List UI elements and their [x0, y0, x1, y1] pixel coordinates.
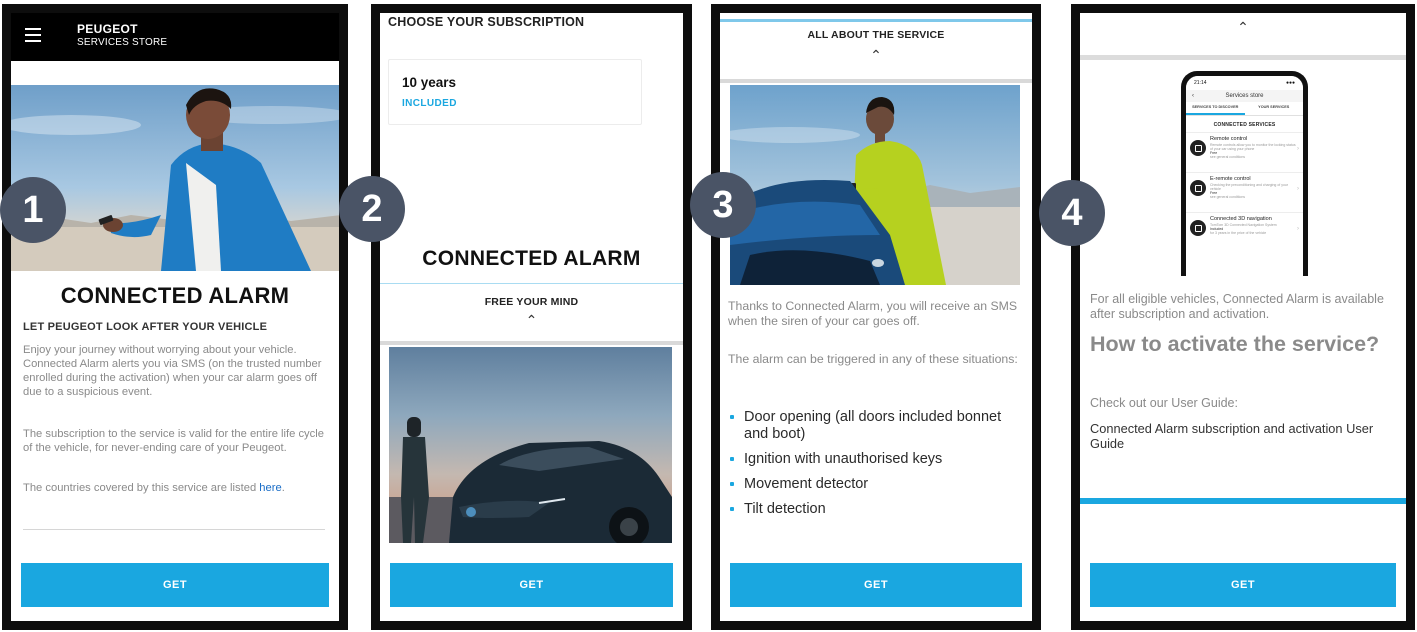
trigger-list: Door opening (all doors included bonnet … [728, 409, 1022, 526]
divider [720, 79, 1032, 83]
brand-name: PEUGEOT [77, 22, 138, 36]
page-title: CONNECTED ALARM [60, 283, 290, 308]
bullet-icon [730, 482, 734, 486]
step-badge-3: 3 [690, 172, 756, 238]
chevron-right-icon: › [1297, 226, 1299, 232]
signal-icon: ●●● [1285, 80, 1295, 86]
step-badge-1: 1 [0, 177, 66, 243]
man-with-phone-illustration [11, 88, 339, 271]
mock-tab-your-services: YOUR SERVICES [1258, 105, 1290, 109]
page-title: CONNECTED ALARM [422, 247, 641, 270]
list-item-text: Door opening (all doors included bonnet … [744, 409, 1002, 442]
chevron-right-icon: › [1297, 186, 1299, 192]
mock-header-title: Services store [1225, 93, 1264, 99]
mock-tabs: SERVICES TO DISCOVER YOUR SERVICES [1186, 102, 1303, 116]
list-item: Door opening (all doors included bonnet … [728, 409, 1022, 443]
mock-header: ‹ Services store [1186, 90, 1303, 102]
mock-section-title: CONNECTED SERVICES [1213, 122, 1276, 128]
car-image [389, 347, 672, 543]
mock-tab-discover: SERVICES TO DISCOVER [1186, 102, 1245, 115]
app-screenshot-phone: 21:14 ●●● ‹ Services store SERVICES TO D… [1181, 71, 1308, 276]
list-item-text: Ignition with unauthorised keys [744, 451, 943, 467]
menu-icon[interactable] [25, 28, 41, 42]
chevron-up-icon[interactable]: ⌃ [380, 312, 683, 329]
subscription-duration: 10 years [402, 75, 457, 90]
app-screenshot: 21:14 ●●● ‹ Services store SERVICES TO D… [1186, 76, 1303, 276]
countries-text: The countries covered by this service ar… [23, 482, 257, 494]
bullet-icon [730, 415, 734, 419]
section-subtitle: LET PEUGEOT LOOK AFTER YOUR VEHICLE [23, 321, 268, 333]
section-heading: FREE YOUR MIND [484, 296, 579, 308]
brand-subtitle: SERVICES STORE [77, 37, 168, 48]
navigation-icon [1190, 220, 1206, 236]
divider [1080, 498, 1406, 504]
screen-4: ⌃ 21:14 ●●● ‹ Services store SERVICES TO… [1071, 4, 1415, 630]
hero-image [11, 85, 339, 271]
divider [380, 283, 683, 284]
divider [720, 19, 1032, 22]
step-badge-2: 2 [339, 176, 405, 242]
description-paragraph: Enjoy your journey without worrying abou… [23, 344, 322, 398]
back-icon: ‹ [1192, 93, 1194, 99]
bullet-icon [730, 457, 734, 461]
mock-item-desc: Remote controls allow you to monitor the… [1210, 142, 1296, 151]
woman-with-car-image [730, 85, 1020, 285]
step-badge-4: 4 [1039, 180, 1105, 246]
subscription-heading: CHOOSE YOUR SUBSCRIPTION [388, 15, 585, 29]
validity-paragraph: The subscription to the service is valid… [23, 428, 324, 454]
eligibility-paragraph: For all eligible vehicles, Connected Ala… [1090, 292, 1384, 321]
user-guide-link[interactable]: Connected Alarm subscription and activat… [1090, 421, 1386, 451]
divider [380, 341, 683, 345]
countries-paragraph: The countries covered by this service ar… [23, 481, 325, 495]
list-item: Movement detector [728, 476, 1022, 493]
mock-item-desc: Checking the preconditioning and chargin… [1210, 182, 1289, 191]
get-button[interactable]: GET [390, 563, 673, 607]
user-guide-intro: Check out our User Guide: [1090, 396, 1238, 410]
car-at-dusk-illustration [389, 417, 672, 543]
section-heading: ALL ABOUT THE SERVICE [807, 29, 945, 41]
brand: PEUGEOT SERVICES STORE [77, 23, 167, 49]
get-button[interactable]: GET [730, 563, 1022, 607]
divider [23, 529, 325, 530]
countries-link[interactable]: here [259, 482, 281, 494]
status-time: 21:14 [1194, 80, 1207, 86]
subscription-option-card[interactable]: 10 years INCLUDED [388, 59, 642, 125]
status-bar: 21:14 ●●● [1186, 76, 1303, 90]
mock-item-cond: see general conditions [1210, 155, 1246, 160]
app-header: PEUGEOT SERVICES STORE [11, 13, 339, 61]
list-item-text: Tilt detection [744, 501, 826, 517]
description-paragraph: Thanks to Connected Alarm, you will rece… [728, 299, 1018, 328]
divider [1080, 55, 1406, 60]
mock-item-cond: see general conditions [1210, 195, 1246, 200]
mock-service-item: Remote control Remote controls allow you… [1186, 132, 1303, 172]
screen-3: ALL ABOUT THE SERVICE ⌃ Thanks to Connec… [711, 4, 1041, 630]
chevron-up-icon[interactable]: ⌃ [720, 47, 1032, 64]
get-button[interactable]: GET [1090, 563, 1396, 607]
screen-2: CHOOSE YOUR SUBSCRIPTION 10 years INCLUD… [371, 4, 692, 630]
subscription-price: INCLUDED [402, 98, 457, 109]
mock-service-item: E-remote control Checking the preconditi… [1186, 172, 1303, 212]
triggers-intro: The alarm can be triggered in any of the… [728, 352, 1018, 366]
get-button[interactable]: GET [21, 563, 329, 607]
period: . [281, 482, 285, 494]
chevron-right-icon: › [1297, 146, 1299, 152]
mock-service-item: Connected 3D navigation TomTom 3D Connec… [1186, 212, 1303, 252]
screen-1: PEUGEOT SERVICES STORE CONNECTED ALARM L… [2, 4, 348, 630]
activation-heading: How to activate the service? [1090, 332, 1380, 356]
remote-control-icon [1190, 140, 1206, 156]
bullet-icon [730, 507, 734, 511]
mock-item-cond: for 3 years in the price of the vehicle [1210, 230, 1267, 235]
list-item: Ignition with unauthorised keys [728, 451, 1022, 468]
woman-leaning-on-car-illustration [730, 97, 1020, 285]
charging-icon [1190, 180, 1206, 196]
list-item-text: Movement detector [744, 476, 869, 492]
chevron-up-icon[interactable]: ⌃ [1080, 19, 1406, 36]
list-item: Tilt detection [728, 501, 1022, 518]
